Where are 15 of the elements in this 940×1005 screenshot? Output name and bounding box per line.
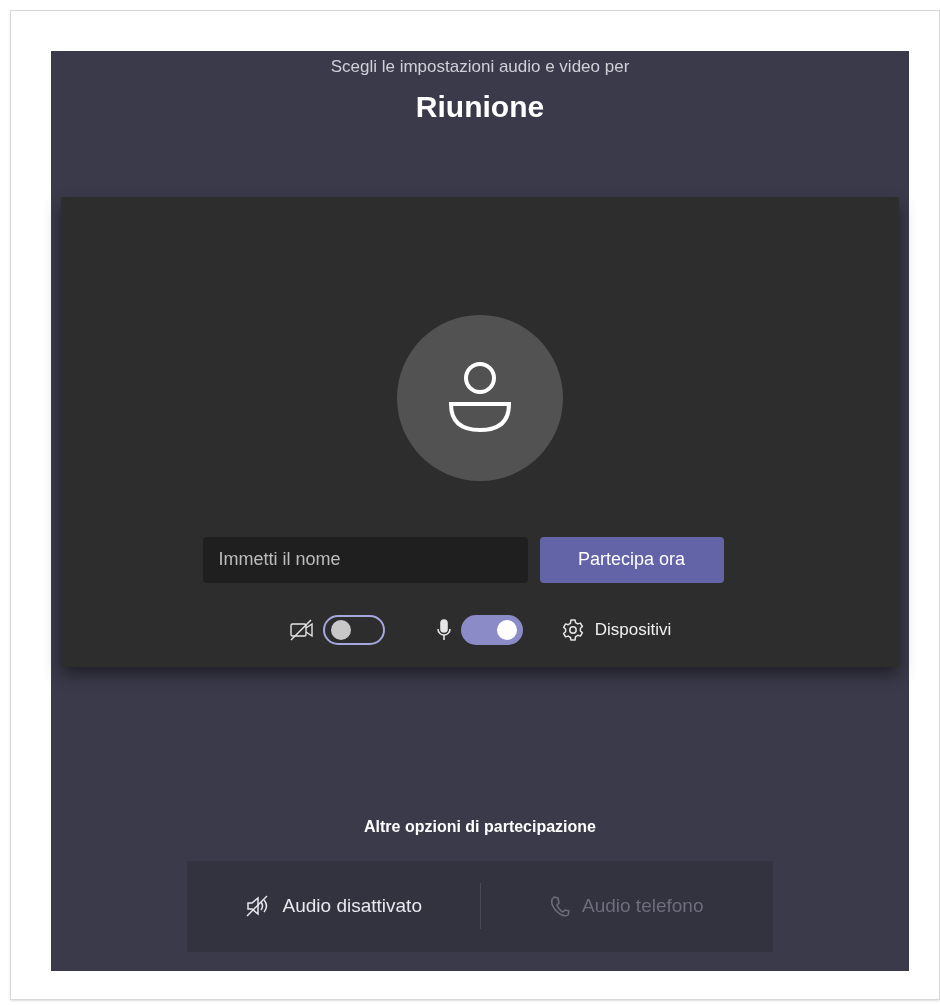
settings-icon [560, 617, 585, 642]
devices-button[interactable]: Dispositivi [560, 616, 672, 643]
meeting-title: Riunione [415, 88, 545, 125]
join-button[interactable]: Partecipa ora [539, 536, 724, 583]
phone-icon [550, 895, 570, 917]
subtitle: Scegli le impostazioni audio e video per [330, 56, 630, 78]
other-options-heading: Altre opzioni di partecipazione [364, 816, 596, 837]
name-field[interactable]: Immetti il nome [202, 536, 528, 583]
person-icon [447, 361, 513, 434]
join-option-button[interactable]: Audio disattivato [244, 891, 422, 921]
toggle-switch[interactable] [460, 614, 523, 645]
camera-off-icon [288, 618, 315, 641]
microphone-icon [434, 617, 453, 642]
speaker-muted-icon [244, 895, 271, 917]
toggle-switch[interactable] [322, 614, 385, 645]
